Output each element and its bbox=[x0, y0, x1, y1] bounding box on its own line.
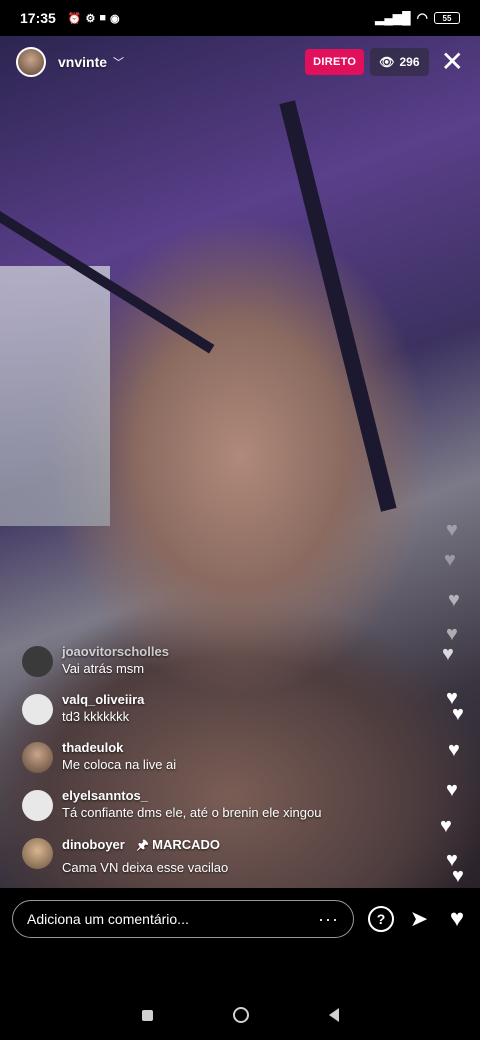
eye-icon: 👁 bbox=[379, 55, 395, 69]
comment-item[interactable]: thadeulok Me coloca na live ai bbox=[22, 740, 382, 788]
wifi-icon: ◠ bbox=[416, 10, 428, 25]
comment-avatar[interactable] bbox=[22, 694, 53, 725]
more-options-icon[interactable]: ··· bbox=[318, 909, 339, 930]
comment-username[interactable]: thadeulok bbox=[62, 740, 176, 755]
comment-text: Me coloca na live ai bbox=[62, 757, 177, 772]
comment-avatar[interactable] bbox=[22, 646, 53, 677]
comment-text: Tá confiante dms ele, até o brenin ele x… bbox=[62, 805, 322, 820]
comment-item[interactable]: elyelsanntos_ Tá confiante dms ele, até … bbox=[22, 788, 382, 836]
comment-avatar[interactable] bbox=[22, 838, 53, 869]
heart-icon: ♥ bbox=[448, 739, 460, 761]
pinned-label: MARCADO bbox=[152, 837, 221, 852]
close-button[interactable]: ✕ bbox=[441, 48, 464, 76]
like-heart-icon[interactable]: ♥ bbox=[444, 905, 470, 932]
comment-avatar[interactable] bbox=[22, 790, 53, 821]
question-icon[interactable]: ? bbox=[368, 906, 394, 932]
live-header: vnvinte ﹀ DIRETO 👁 296 ✕ bbox=[0, 44, 480, 80]
system-nav-bar bbox=[0, 990, 480, 1040]
live-badge: DIRETO bbox=[305, 49, 365, 75]
heart-icon: ♥ bbox=[442, 643, 454, 665]
video-sky-region bbox=[0, 266, 110, 526]
comment-item[interactable]: joaovitorscholles Vai atrás msm bbox=[22, 644, 382, 692]
comment-text: Vai atrás msm bbox=[62, 661, 145, 676]
send-icon[interactable]: ➤ bbox=[406, 906, 432, 932]
pin-icon: 🖈 bbox=[136, 837, 149, 852]
comment-username-row: dinoboyer 🖈 MARCADO bbox=[62, 836, 228, 858]
heart-icon: ♥ bbox=[446, 519, 458, 541]
status-bar: 17:35 ⏰ ⚙ ■ ◉ ▂▄▆█ ◠ 55 bbox=[0, 0, 480, 36]
heart-icon: ♥ bbox=[446, 779, 458, 801]
comment-text: td3 kkkkkkk bbox=[62, 709, 130, 724]
comment-item[interactable]: dinoboyer 🖈 MARCADO Cama VN deixa esse v… bbox=[22, 836, 382, 884]
floating-hearts: ♥ ♥ ♥ ♥ ♥ ♥ ♥ ♥ ♥ ♥ ♥ ♥ bbox=[430, 515, 480, 895]
host-username[interactable]: vnvinte bbox=[58, 54, 107, 70]
camera-icon: ■ bbox=[99, 11, 107, 24]
heart-icon: ♥ bbox=[452, 703, 464, 725]
status-time: 17:35 bbox=[20, 10, 56, 26]
comment-item[interactable]: valq_oliveiira td3 kkkkkkk bbox=[22, 692, 382, 740]
alarm-icon: ⏰ bbox=[67, 12, 82, 25]
heart-icon: ♥ bbox=[452, 865, 464, 887]
comment-input[interactable]: Adiciona um comentário... ··· bbox=[12, 900, 354, 938]
vpn-icon: ◉ bbox=[110, 12, 120, 25]
comment-username[interactable]: elyelsanntos_ bbox=[62, 788, 321, 803]
viewer-count: 296 bbox=[399, 55, 420, 69]
battery-icon: 55 bbox=[434, 12, 460, 24]
comment-placeholder: Adiciona um comentário... bbox=[27, 911, 189, 927]
viewer-count-badge[interactable]: 👁 296 bbox=[370, 48, 429, 76]
chevron-down-icon[interactable]: ﹀ bbox=[113, 54, 124, 70]
video-beam bbox=[279, 100, 397, 512]
recents-button[interactable] bbox=[141, 1009, 153, 1021]
home-button[interactable] bbox=[232, 1007, 249, 1023]
host-avatar[interactable] bbox=[16, 47, 46, 77]
back-button[interactable] bbox=[328, 1008, 339, 1022]
comment-username[interactable]: dinoboyer bbox=[62, 837, 125, 852]
heart-icon: ♥ bbox=[448, 589, 460, 611]
heart-icon: ♥ bbox=[440, 815, 452, 837]
settings-icon: ⚙ bbox=[85, 12, 96, 25]
comment-avatar[interactable] bbox=[22, 742, 53, 773]
heart-icon: ♥ bbox=[444, 549, 456, 571]
signal-icon: ▂▄▆█ bbox=[375, 11, 411, 25]
comment-text: Cama VN deixa esse vacilao bbox=[62, 860, 229, 875]
comment-list: joaovitorscholles Vai atrás msm valq_oli… bbox=[22, 644, 382, 884]
comment-username[interactable]: joaovitorscholles bbox=[62, 644, 169, 659]
comment-username[interactable]: valq_oliveiira bbox=[62, 692, 144, 707]
